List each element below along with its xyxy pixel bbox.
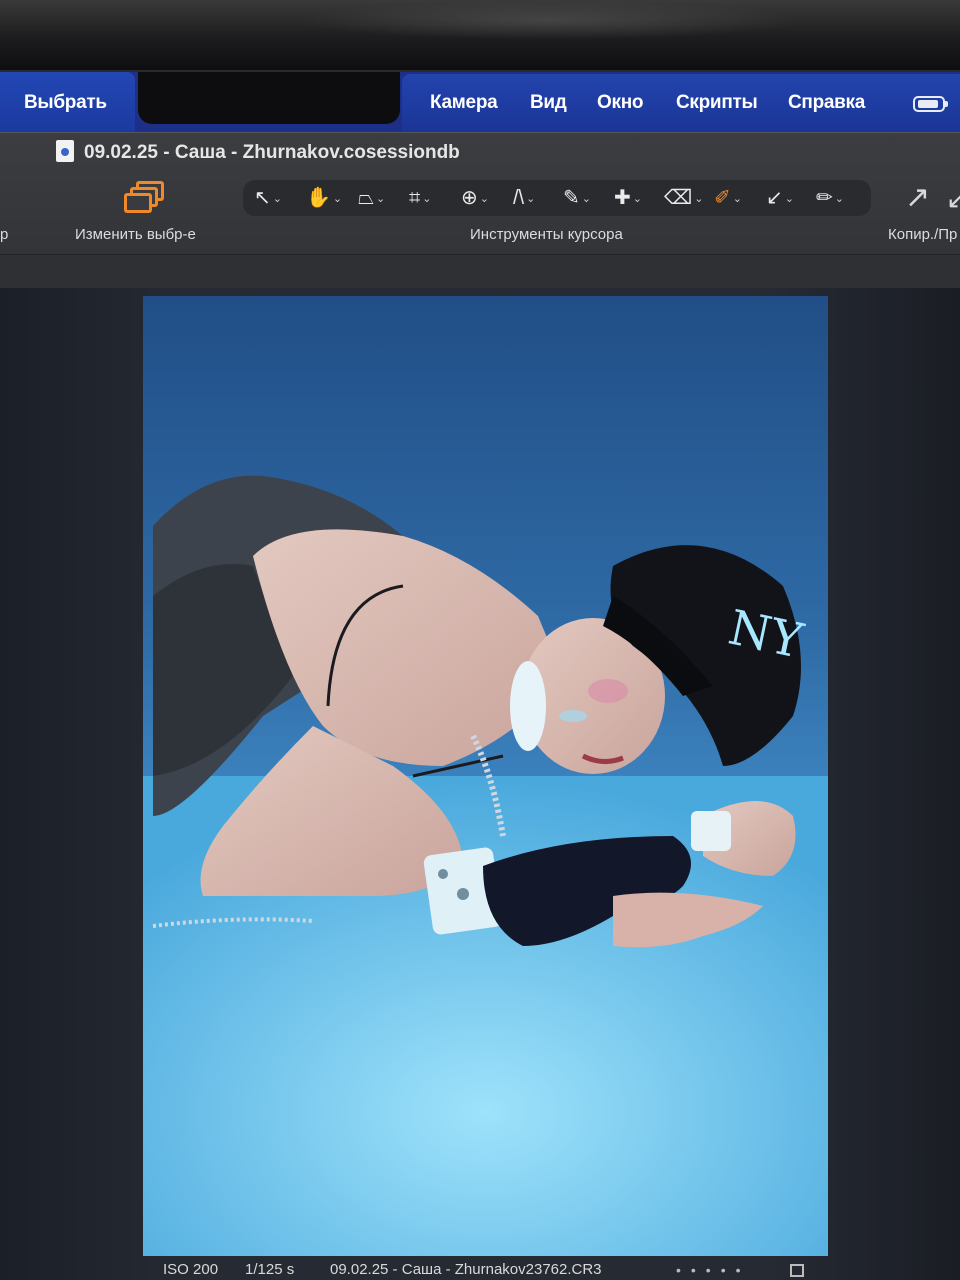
color-picker-icon[interactable]: ✐ ⌄ xyxy=(714,183,742,213)
menu-select[interactable]: Выбрать xyxy=(24,92,107,114)
shutter-readout: 1/125 s xyxy=(245,1261,295,1278)
cursor-tools-label: Инструменты курсора xyxy=(470,226,623,243)
heal-icon[interactable]: ✚ ⌄ xyxy=(614,183,642,213)
menu-camera[interactable]: Камера xyxy=(430,92,498,114)
menu-help[interactable]: Справка xyxy=(788,92,865,114)
change-selection-icon[interactable] xyxy=(124,181,164,213)
menu-window[interactable]: Окно xyxy=(597,92,643,114)
copy-arrow-icon[interactable]: ↗ xyxy=(905,180,930,215)
photo-preview[interactable]: NY xyxy=(143,296,828,1256)
eraser-icon[interactable]: ⌫ ⌄ xyxy=(664,183,704,213)
menu-scripts[interactable]: Скрипты xyxy=(676,92,758,114)
change-selection-label[interactable]: Изменить выбр-е xyxy=(75,226,196,243)
select-arrow-icon[interactable]: ↖ ⌄ xyxy=(254,183,282,213)
photo-content: NY xyxy=(143,475,828,1256)
paste-arrow-icon[interactable]: ↙ xyxy=(946,184,960,215)
camera-notch xyxy=(138,72,400,124)
metadata-icon[interactable] xyxy=(790,1264,804,1277)
clipped-toolbar-label[interactable]: р xyxy=(0,226,8,243)
apply-arrow-icon[interactable]: ↙ ⌄ xyxy=(766,183,794,213)
pen-icon[interactable]: ✏ ⌄ xyxy=(816,183,844,213)
iso-readout: ISO 200 xyxy=(163,1261,219,1278)
battery-icon[interactable] xyxy=(913,96,948,112)
hand-pan-icon[interactable]: ✋ ⌄ xyxy=(306,183,342,213)
straighten-icon[interactable]: /\ ⌄ xyxy=(513,183,535,213)
keystone-icon[interactable]: ⏢ ⌄ xyxy=(358,183,385,213)
brush-icon[interactable]: ✎ ⌄ xyxy=(563,183,591,213)
copy-paste-label[interactable]: Копир./Пр xyxy=(888,226,957,243)
menu-view[interactable]: Вид xyxy=(530,92,567,114)
rotate-icon[interactable]: ⊕ ⌄ xyxy=(461,183,489,213)
filename-readout: 09.02.25 - Саша - Zhurnakov23762.CR3 xyxy=(330,1261,602,1278)
screen-bezel xyxy=(0,0,960,70)
crop-icon[interactable]: ⌗ ⌄ xyxy=(409,183,431,213)
toolbar-separator xyxy=(0,254,960,289)
window-title: 09.02.25 - Саша - Zhurnakov.cosessiondb xyxy=(84,142,460,163)
rating-dots[interactable]: ••••• xyxy=(676,1262,751,1278)
document-icon xyxy=(56,140,74,162)
